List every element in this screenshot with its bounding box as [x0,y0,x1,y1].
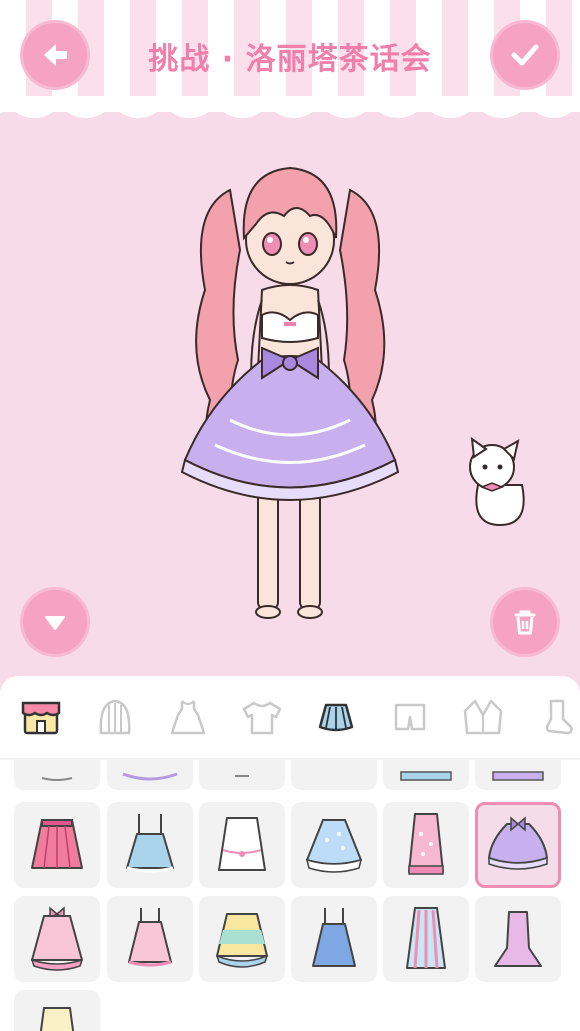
item-cell[interactable] [199,802,285,888]
shorts-icon [394,703,425,731]
triangle-down-icon [45,616,65,630]
item-cell[interactable] [107,896,193,982]
item-cell[interactable] [291,896,377,982]
skirt-item-icon [299,760,369,782]
tab-jacket[interactable] [461,692,507,742]
yellow-skirt-icon [39,1007,75,1031]
item-cell[interactable] [475,896,561,982]
back-button[interactable] [20,20,90,90]
hair-icon [99,699,131,735]
white-tiered-skirt-icon [218,817,266,871]
skirt-item-icon [41,777,73,781]
dress-icon [171,700,206,735]
item-cell[interactable] [383,896,469,982]
skirt-item-icon [235,775,249,777]
category-tabs [0,676,580,758]
item-cell[interactable] [383,760,469,790]
purple-lolita-skirt-icon [488,816,548,870]
tab-top[interactable] [239,692,285,742]
arrow-left-icon [44,44,67,66]
item-cell[interactable] [107,760,193,790]
item-cell[interactable] [199,760,285,790]
item-cell[interactable] [14,896,100,982]
trash-button[interactable] [490,587,560,657]
cat-pet [469,436,525,527]
character-illustration [180,166,400,619]
skirt-item-icon [122,772,178,781]
skirt-icon [318,703,354,732]
blue-suspender-skirt-icon [126,814,174,873]
pink-pleated-skirt-icon [31,819,83,869]
trash-icon [514,610,536,635]
tab-skirt[interactable] [313,692,359,742]
checkmark-icon [511,44,539,66]
pink-bow-skirt-icon [30,906,84,971]
item-cell[interactable] [475,760,561,790]
tshirt-icon [242,701,282,735]
blue-star-skirt-icon [305,819,363,873]
item-cell-selected[interactable] [475,802,561,888]
purple-mermaid-skirt-icon [494,911,542,967]
tab-socks[interactable] [534,692,580,742]
rainbow-skirt-icon [215,913,269,968]
item-grid [0,760,580,1031]
blue-overall-skirt-icon [312,908,356,967]
tab-shorts[interactable] [387,692,433,742]
wardrobe-panel [0,676,580,1031]
character-stage [0,120,580,680]
tab-dress[interactable] [166,692,212,742]
item-cell[interactable] [14,990,100,1031]
skirt-item-icon [400,771,452,781]
skirt-item-icon [492,771,544,781]
tab-shop[interactable] [18,692,64,742]
item-cell[interactable] [107,802,193,888]
sock-icon [545,699,573,735]
item-cell[interactable] [291,802,377,888]
pink-pinafore-skirt-icon [128,908,172,967]
item-cell[interactable] [14,802,100,888]
pink-long-skirt-icon [408,813,444,875]
jacket-icon [464,699,503,735]
item-cell[interactable] [291,760,377,790]
item-cell[interactable] [383,802,469,888]
shop-icon [21,701,61,735]
collapse-button[interactable] [20,587,90,657]
item-cell[interactable] [199,896,285,982]
confirm-button[interactable] [490,20,560,90]
awning-scallops [0,96,580,118]
item-cell[interactable] [14,760,100,790]
tab-hair[interactable] [92,692,138,742]
striped-long-skirt-icon [406,907,446,969]
